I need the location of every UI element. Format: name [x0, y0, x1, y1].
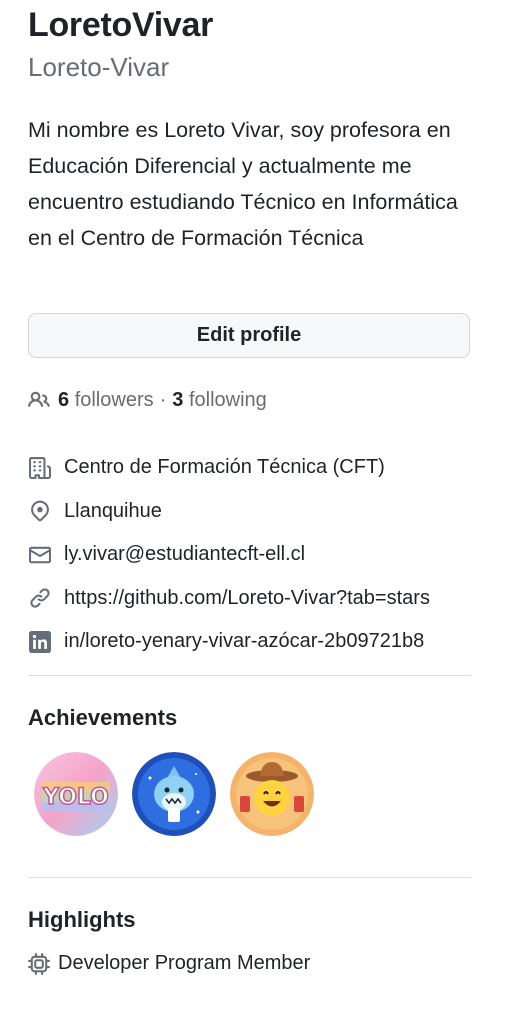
highlight-item: Developer Program Member — [28, 952, 310, 975]
organization-icon — [28, 456, 52, 480]
divider — [28, 877, 471, 878]
achievements-title: Achievements — [28, 705, 178, 730]
followers-count: 6 — [58, 388, 70, 411]
location-icon — [28, 499, 52, 523]
following-label: following — [188, 388, 267, 411]
highlights-title: Highlights — [28, 907, 136, 932]
edit-profile-button[interactable]: Edit profile — [28, 313, 470, 358]
detail-location: Llanquihue — [28, 490, 488, 534]
linkedin-link[interactable]: in/loreto-yenary-vivar-azócar-2b09721b8 — [64, 630, 424, 653]
highlight-label: Developer Program Member — [58, 952, 311, 974]
link-icon — [28, 586, 52, 610]
location-text: Llanquihue — [64, 499, 162, 522]
website-link[interactable]: https://github.com/Loreto-Vivar?tab=star… — [64, 587, 430, 610]
detail-website: https://github.com/Loreto-Vivar?tab=star… — [28, 577, 488, 621]
email-link[interactable]: ly.vivar@estudiantecft-ell.cl — [64, 543, 305, 566]
followers-link[interactable]: 6 followers — [58, 389, 154, 412]
follow-separator: · — [159, 388, 167, 411]
people-icon — [28, 388, 52, 412]
follow-stats: 6 followers · 3 following — [28, 386, 267, 414]
yolo-badge-icon[interactable]: YOLO — [34, 752, 118, 836]
cpu-icon — [28, 952, 50, 975]
yolo-badge-text: YOLO — [42, 785, 109, 810]
mail-icon — [28, 543, 52, 567]
detail-organization: Centro de Formación Técnica (CFT) — [28, 446, 488, 490]
linkedin-icon — [28, 630, 52, 654]
profile-sidebar: LoretoVivar Loreto-Vivar Mi nombre es Lo… — [0, 0, 506, 1010]
profile-details: Centro de Formación Técnica (CFT) Llanqu… — [28, 446, 488, 664]
detail-email: ly.vivar@estudiantecft-ell.cl — [28, 533, 488, 577]
following-link[interactable]: 3 following — [172, 389, 267, 412]
profile-name: LoretoVivar — [28, 6, 214, 44]
following-count: 3 — [172, 388, 184, 411]
shark-badge-icon[interactable] — [132, 752, 216, 836]
cowboy-badge-icon[interactable] — [230, 752, 314, 836]
divider — [28, 675, 471, 676]
organization-text: Centro de Formación Técnica (CFT) — [64, 456, 385, 479]
followers-label: followers — [74, 388, 154, 411]
detail-linkedin: in/loreto-yenary-vivar-azócar-2b09721b8 — [28, 620, 488, 664]
profile-login: Loreto-Vivar — [28, 52, 170, 82]
achievements-badges: YOLO — [34, 752, 328, 836]
profile-bio: Mi nombre es Loreto Vivar, soy profesora… — [28, 118, 458, 250]
